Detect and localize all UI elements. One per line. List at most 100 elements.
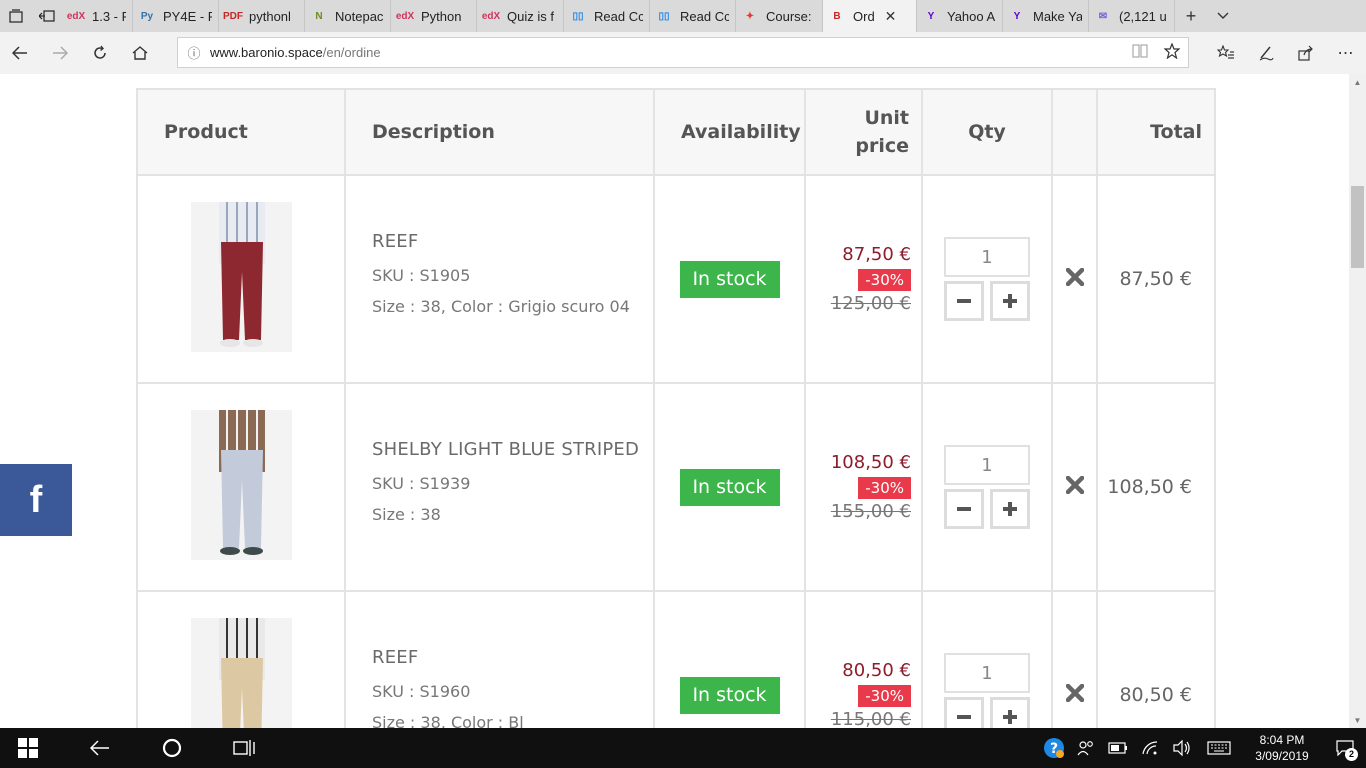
- remove-item-x-icon[interactable]: [1065, 267, 1084, 287]
- remove-cell: [1051, 590, 1098, 728]
- remove-item-x-icon[interactable]: [1065, 475, 1084, 495]
- wifi-icon[interactable]: [1134, 728, 1166, 768]
- quantity-input[interactable]: [944, 237, 1030, 277]
- page-scrollbar[interactable]: ▲ ▼: [1349, 74, 1366, 728]
- header-qty: Qty: [921, 88, 1053, 176]
- forward-arrow-icon[interactable]: [40, 33, 80, 73]
- new-tab-icon[interactable]: +: [1175, 0, 1207, 32]
- tab-list-chevron-icon[interactable]: [1207, 0, 1239, 32]
- notepad-icon: N: [315, 10, 323, 22]
- browser-tab[interactable]: ▯▯ Read Cc: [650, 0, 736, 32]
- scrollbar-thumb[interactable]: [1351, 186, 1364, 268]
- browser-tab[interactable]: Py PY4E - F: [133, 0, 219, 32]
- header-availability: Availability: [653, 88, 806, 176]
- cart-header-row: Product Description Availability Unit pri…: [136, 88, 1216, 176]
- product-sku: SKU : S1905: [372, 265, 471, 285]
- browser-tab[interactable]: ✦ Course:: [736, 0, 823, 32]
- back-arrow-icon[interactable]: [0, 33, 40, 73]
- volume-icon[interactable]: [1166, 728, 1198, 768]
- set-aside-tabs-icon[interactable]: [31, 0, 62, 32]
- battery-icon[interactable]: [1102, 728, 1134, 768]
- product-image[interactable]: [190, 410, 292, 560]
- tab-close-icon[interactable]: ✕: [885, 8, 897, 25]
- header-product: Product: [136, 88, 346, 176]
- windows-start-icon[interactable]: [0, 728, 56, 768]
- edx-icon: edX: [395, 10, 415, 22]
- in-stock-badge: In stock: [679, 260, 780, 298]
- more-options-icon[interactable]: ⋯: [1326, 33, 1366, 73]
- product-variant: Size : 38: [372, 504, 441, 524]
- increase-quantity-button[interactable]: [990, 697, 1030, 728]
- product-image-cell: [136, 590, 346, 728]
- site-info-icon[interactable]: ⓘ: [178, 43, 210, 62]
- keyboard-icon[interactable]: [1198, 728, 1240, 768]
- pdf-icon: PDF: [223, 10, 243, 22]
- share-icon[interactable]: [1286, 33, 1326, 73]
- original-price: 115,00 €: [830, 709, 911, 728]
- address-bar[interactable]: ⓘ www.baronio.space/en/ordine: [177, 37, 1189, 68]
- scroll-down-arrow-icon[interactable]: ▼: [1349, 712, 1366, 728]
- browser-tab[interactable]: ✉ (2,121 u: [1089, 0, 1175, 32]
- browser-tab[interactable]: Y Yahoo A: [917, 0, 1003, 32]
- taskbar-clock[interactable]: 8:04 PM 3/09/2019: [1240, 732, 1324, 764]
- increase-quantity-button[interactable]: [990, 281, 1030, 321]
- availability-cell: In stock: [653, 382, 806, 592]
- web-note-pen-icon[interactable]: [1246, 33, 1286, 73]
- tab-title: Course:: [766, 8, 812, 24]
- url-host: www.baronio.space: [210, 45, 323, 60]
- browser-tab[interactable]: B Ord ✕: [823, 0, 917, 32]
- browser-tab[interactable]: edX Quiz is f: [477, 0, 564, 32]
- people-icon[interactable]: [1070, 728, 1102, 768]
- decrease-quantity-button[interactable]: [944, 281, 984, 321]
- browser-tab[interactable]: N Notepac: [305, 0, 391, 32]
- in-stock-badge: In stock: [679, 676, 780, 714]
- tab-title: Yahoo A: [947, 8, 996, 24]
- product-variant: Size : 38, Color : Bl: [372, 712, 524, 729]
- browser-tab[interactable]: Y Make Ya: [1003, 0, 1089, 32]
- favorite-star-icon[interactable]: [1156, 42, 1188, 62]
- quantity-input[interactable]: [944, 445, 1030, 485]
- notification-count-badge: 2: [1345, 748, 1358, 761]
- task-view-icon[interactable]: [200, 728, 288, 768]
- tab-title: 1.3 - Pyt: [92, 8, 126, 24]
- tab-previews-icon[interactable]: [0, 0, 31, 32]
- decrease-quantity-button[interactable]: [944, 489, 984, 529]
- action-center-icon[interactable]: 2: [1324, 728, 1366, 768]
- refresh-icon[interactable]: [80, 33, 120, 73]
- discounted-price: 80,50 €: [842, 660, 911, 681]
- header-unit-price: Unit price: [804, 88, 923, 176]
- product-image[interactable]: [190, 618, 292, 728]
- quantity-cell: [921, 590, 1053, 728]
- plus-icon: [1003, 294, 1017, 308]
- url-path: /en/ordine: [322, 45, 381, 60]
- browser-tab[interactable]: PDF pythonl: [219, 0, 305, 32]
- reading-view-icon[interactable]: [1124, 44, 1156, 61]
- product-name[interactable]: SHELBY LIGHT BLUE STRIPED: [372, 439, 653, 460]
- increase-quantity-button[interactable]: [990, 489, 1030, 529]
- favorites-hub-icon[interactable]: [1206, 33, 1246, 73]
- cart-row: REEF SKU : S1905 Size : 38, Color : Grig…: [136, 174, 1216, 384]
- url-text[interactable]: www.baronio.space/en/ordine: [210, 45, 1124, 60]
- back-arrow-icon[interactable]: [56, 728, 144, 768]
- browser-tab[interactable]: ▯▯ Read Cc: [564, 0, 650, 32]
- facebook-share-button[interactable]: f: [0, 464, 72, 536]
- header-description: Description: [344, 88, 655, 176]
- quantity-input[interactable]: [944, 653, 1030, 693]
- product-name[interactable]: REEF: [372, 647, 653, 668]
- browser-tab[interactable]: edX Python: [391, 0, 477, 32]
- decrease-quantity-button[interactable]: [944, 697, 984, 728]
- cart-row: SHELBY LIGHT BLUE STRIPED SKU : S1939 Si…: [136, 382, 1216, 592]
- scroll-up-arrow-icon[interactable]: ▲: [1349, 74, 1366, 90]
- cortana-search-icon[interactable]: [144, 728, 200, 768]
- product-image[interactable]: [190, 202, 292, 352]
- in-stock-badge: In stock: [679, 468, 780, 506]
- minus-icon: [957, 715, 971, 719]
- tab-title: Quiz is f: [507, 8, 554, 24]
- help-icon[interactable]: ?: [1038, 728, 1070, 768]
- home-icon[interactable]: [120, 33, 160, 73]
- browser-tab[interactable]: edX 1.3 - Pyt: [62, 0, 133, 32]
- tab-title: Read Cc: [680, 8, 729, 24]
- product-name[interactable]: REEF: [372, 231, 653, 252]
- remove-item-x-icon[interactable]: [1065, 683, 1084, 703]
- header-unit-price-line2: price: [855, 135, 909, 157]
